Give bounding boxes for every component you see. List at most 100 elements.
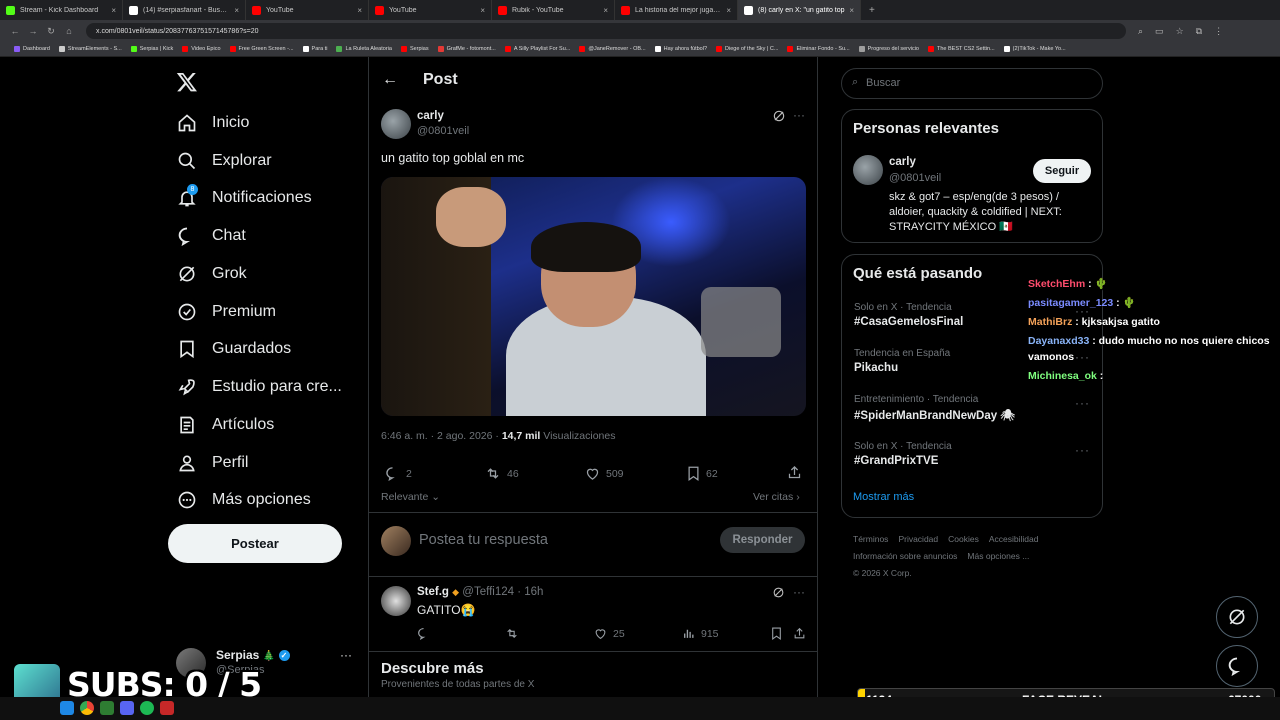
person-name[interactable]: carly: [889, 156, 916, 168]
sidebar-item-premium[interactable]: Premium: [176, 301, 276, 323]
taskbar-app-icon[interactable]: [160, 701, 174, 715]
extensions-icon[interactable]: ⧉: [1196, 26, 1202, 37]
trend-more-icon[interactable]: ···: [1075, 396, 1090, 410]
home-browser-icon[interactable]: ⌂: [62, 26, 76, 36]
footer-link[interactable]: Términos: [853, 534, 888, 544]
footer-link[interactable]: Cookies: [948, 534, 979, 544]
trend-item[interactable]: Entretenimiento · Tendencia #SpiderManBra…: [854, 394, 1015, 422]
footer-link[interactable]: Más opciones ...: [967, 551, 1029, 561]
chat-fab[interactable]: [1216, 645, 1258, 687]
reply-author-avatar[interactable]: [381, 586, 411, 616]
trend-item[interactable]: Solo en X · Tendencia #CasaGemelosFinal: [854, 302, 963, 328]
share-action[interactable]: [787, 465, 808, 480]
close-tab-icon[interactable]: ×: [111, 6, 116, 15]
reply-input[interactable]: Postea tu respuesta: [419, 532, 548, 548]
sidebar-item-perfil[interactable]: Perfil: [176, 452, 248, 474]
reply-author-handle[interactable]: @Teffi124: [462, 586, 514, 598]
sidebar-item-grok[interactable]: Grok: [176, 263, 247, 285]
reply-more-icon[interactable]: ···: [793, 585, 805, 599]
reply-action[interactable]: 2: [385, 466, 412, 481]
footer-link[interactable]: Privacidad: [898, 534, 938, 544]
browser-tab[interactable]: YouTube ×: [369, 0, 492, 20]
back-arrow-icon[interactable]: ←: [382, 71, 398, 89]
person-avatar[interactable]: [853, 155, 883, 185]
close-tab-icon[interactable]: ×: [357, 6, 362, 15]
bookmark-item[interactable]: Hay ahora fútbol?: [654, 46, 707, 52]
chrome-icon[interactable]: [80, 701, 94, 715]
bookmark-item[interactable]: Diege of the Sky | C...: [716, 46, 778, 52]
close-tab-icon[interactable]: ×: [480, 6, 485, 15]
sidebar-item-guardados[interactable]: Guardados: [176, 338, 291, 360]
follow-button[interactable]: Seguir: [1033, 159, 1091, 183]
sort-dropdown[interactable]: Relevante ⌄: [381, 491, 440, 503]
taskbar-app-icon[interactable]: [100, 701, 114, 715]
bookmark-item[interactable]: (2)TikTok - Make Yo...: [1003, 46, 1066, 52]
back-icon[interactable]: ←: [8, 26, 22, 36]
browser-tab[interactable]: La historia del mejor jugador de×: [615, 0, 738, 20]
bookmark-item[interactable]: @JaneRemover - OB...: [579, 46, 646, 52]
spotify-icon[interactable]: [140, 701, 154, 715]
discord-icon[interactable]: [120, 701, 134, 715]
browser-tab[interactable]: Stream - Kick Dashboard ×: [0, 0, 123, 20]
browser-tab[interactable]: Rubik - YouTube ×: [492, 0, 615, 20]
reply-reply-action[interactable]: [417, 627, 436, 640]
url-field[interactable]: x.com/0801veil/status/208377637515714578…: [86, 23, 1126, 39]
tweet-timestamp[interactable]: 6:46 a. m. · 2 ago. 2026 ·: [381, 430, 499, 442]
show-more-link[interactable]: Mostrar más: [853, 491, 914, 503]
bookmark-item[interactable]: Dashboard: [14, 46, 50, 52]
sidebar-item-explorar[interactable]: Explorar: [176, 150, 272, 172]
tweet-more-icon[interactable]: ···: [793, 108, 805, 122]
close-tab-icon[interactable]: ×: [234, 6, 239, 15]
view-quotes-link[interactable]: Ver citas ›: [753, 491, 800, 503]
menu-icon[interactable]: ⋮: [1214, 26, 1223, 37]
like-action[interactable]: 509: [585, 466, 624, 481]
zoom-icon[interactable]: ⌕: [1138, 26, 1143, 37]
reply-views-action[interactable]: 915: [682, 627, 719, 640]
reply-grok-icon[interactable]: [772, 586, 785, 604]
reply-bookmark-action[interactable]: [771, 627, 788, 640]
close-tab-icon[interactable]: ×: [726, 6, 731, 15]
reply-retweet-action[interactable]: [505, 627, 525, 640]
trend-item[interactable]: Solo en X · Tendencia #GrandPrixTVE: [854, 441, 952, 467]
browser-tab[interactable]: (14) #serpiasfanart - Buscar / X ×: [123, 0, 246, 20]
new-tab-icon[interactable]: +: [869, 5, 875, 16]
taskbar-app-icon[interactable]: [60, 701, 74, 715]
bookmark-item[interactable]: Free Green Screen -...: [229, 46, 294, 52]
x-logo-icon[interactable]: [176, 71, 198, 93]
sidebar-item-chat[interactable]: Chat: [176, 225, 246, 247]
search-input[interactable]: ⌕ Buscar: [841, 68, 1103, 99]
tweet-author-name[interactable]: carly: [417, 110, 444, 122]
footer-link[interactable]: Información sobre anuncios: [853, 551, 957, 561]
reload-icon[interactable]: ↻: [44, 26, 58, 37]
reply-submit-button[interactable]: Responder: [720, 527, 805, 553]
bookmark-item[interactable]: Progreso del servicio: [858, 46, 919, 52]
trend-more-icon[interactable]: ···: [1075, 443, 1090, 457]
bookmark-item[interactable]: Serpias | Kick: [130, 46, 173, 52]
bookmark-item[interactable]: Video Epico: [182, 46, 221, 52]
bookmark-item[interactable]: StreamElements - S...: [58, 46, 122, 52]
bookmark-item[interactable]: The BEST CS2 Settin...: [927, 46, 995, 52]
bookmark-item[interactable]: La Ruleta Aleatoria: [336, 46, 392, 52]
close-tab-icon[interactable]: ×: [603, 6, 608, 15]
footer-link[interactable]: Accesibilidad: [989, 534, 1039, 544]
sidebar-item-notificaciones[interactable]: 8 Notificaciones: [176, 184, 312, 209]
more-dots-icon[interactable]: ···: [340, 648, 352, 662]
sidebar-item-más-opciones[interactable]: Más opciones: [176, 489, 311, 511]
retweet-action[interactable]: 46: [485, 466, 519, 481]
reply-author-name[interactable]: Stef.g: [417, 586, 449, 598]
forward-icon[interactable]: →: [26, 26, 40, 36]
browser-tab[interactable]: YouTube ×: [246, 0, 369, 20]
bookmark-item[interactable]: Serpias: [400, 46, 429, 52]
tweet-author-handle[interactable]: @0801veil: [417, 125, 469, 137]
bookmark-item[interactable]: Eliminar Fondo - Su...: [787, 46, 850, 52]
trend-item[interactable]: Tendencia en España Pikachu: [854, 348, 950, 374]
post-button[interactable]: Postear: [168, 524, 342, 563]
bookmark-action[interactable]: 62: [687, 466, 718, 481]
close-tab-icon[interactable]: ×: [849, 6, 854, 15]
tweet-media-image[interactable]: [381, 177, 806, 416]
tweet-author-avatar[interactable]: [381, 109, 411, 139]
star-icon[interactable]: ☆: [1176, 26, 1184, 37]
trend-more-icon[interactable]: ···: [1075, 350, 1090, 364]
browser-tab[interactable]: (8) carly en X: "un gatito top ×: [738, 0, 861, 20]
reply-like-action[interactable]: 25: [594, 627, 625, 640]
